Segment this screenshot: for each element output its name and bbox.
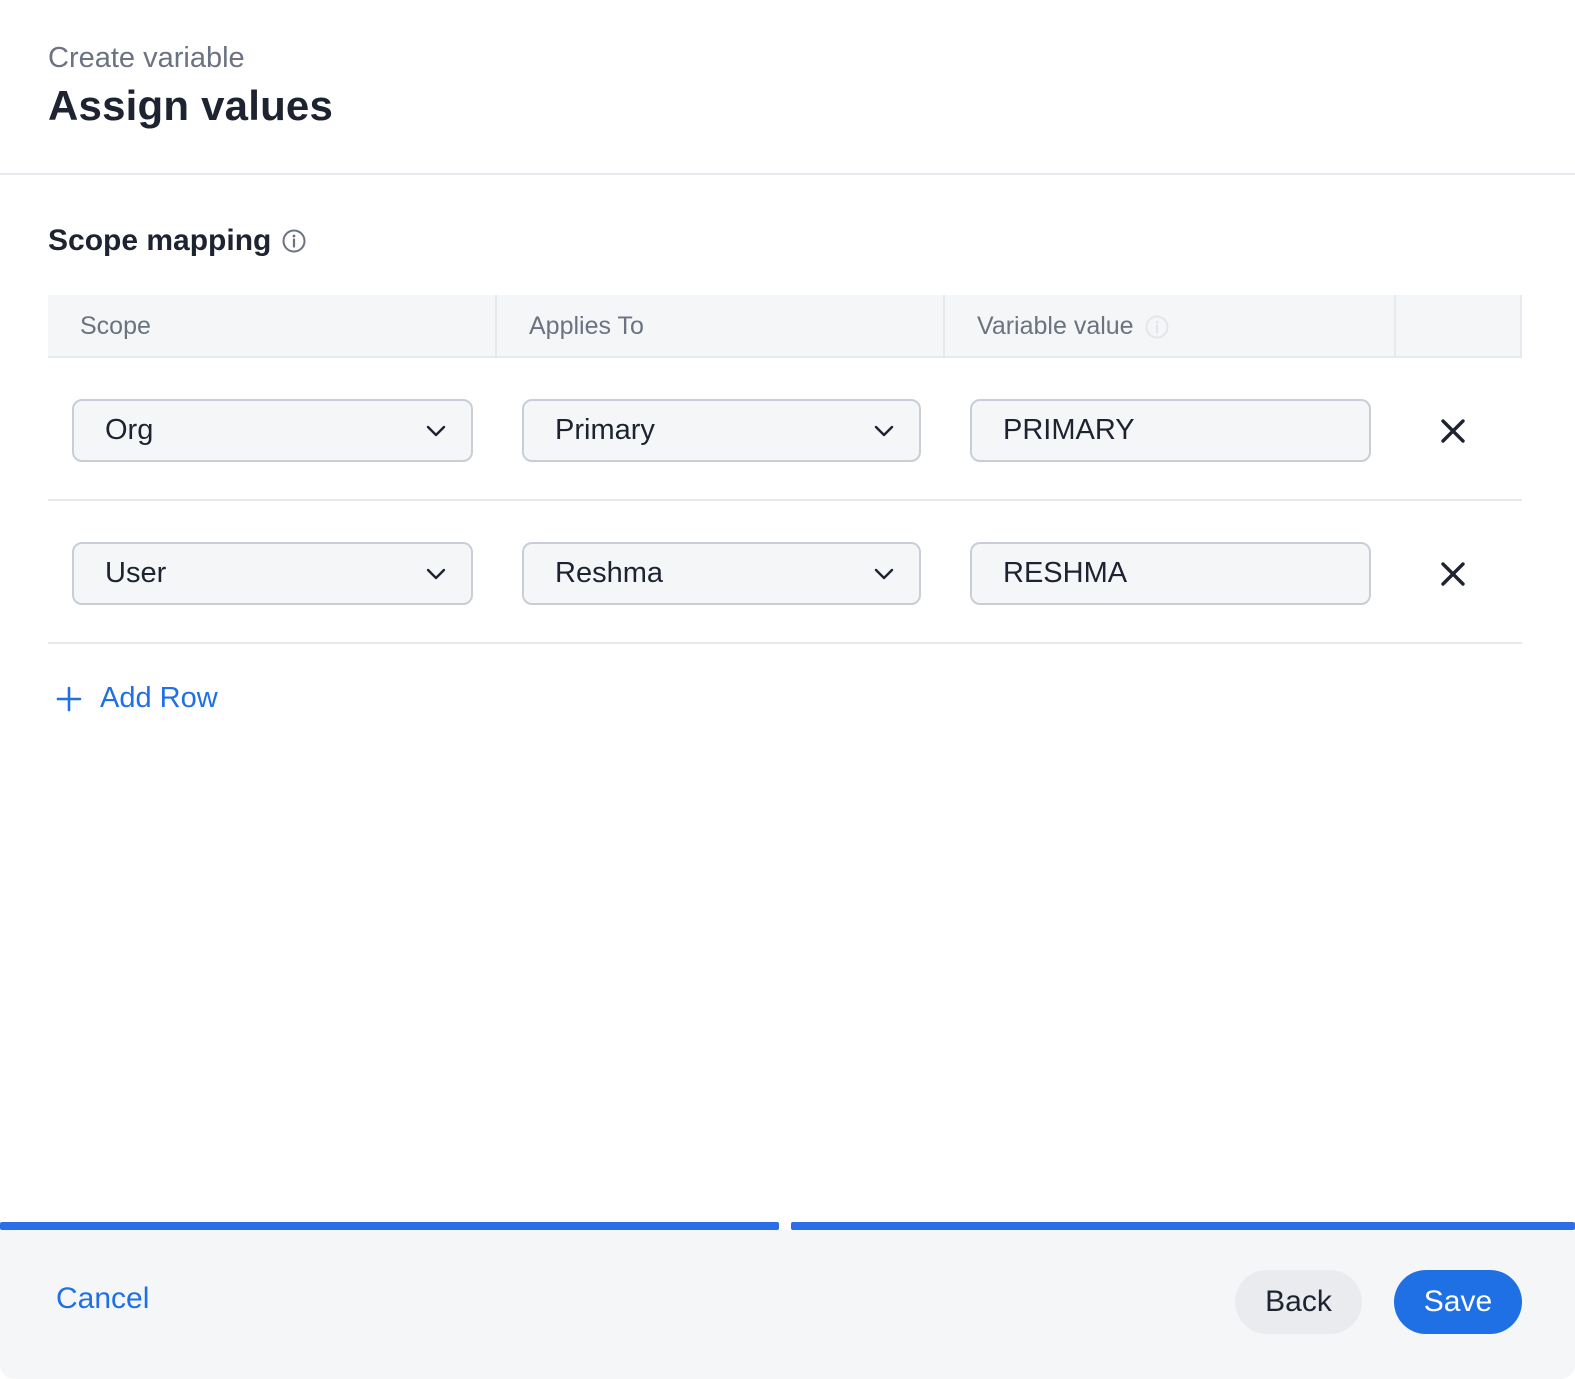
close-icon (1440, 418, 1466, 444)
column-header-label: Variable value (977, 312, 1134, 340)
step-progress-bar (0, 1222, 1575, 1230)
save-button[interactable]: Save (1394, 1270, 1522, 1334)
applies-to-select[interactable]: Reshma (522, 542, 921, 605)
section-title-label: Scope mapping (48, 224, 272, 257)
section-title: Scope mapping (48, 224, 307, 258)
variable-value-text: RESHMA (1003, 557, 1128, 589)
remove-row-button[interactable] (1438, 416, 1468, 446)
table-row: User Reshma RESHMA (48, 501, 1522, 644)
cancel-button[interactable]: Cancel (56, 1282, 149, 1316)
add-row-button[interactable]: Add Row (56, 682, 218, 715)
variable-value-input[interactable]: PRIMARY (970, 399, 1371, 462)
back-button[interactable]: Back (1235, 1270, 1362, 1334)
column-header-scope: Scope (48, 295, 497, 358)
column-header-label: Scope (80, 312, 151, 340)
chevron-down-icon (425, 424, 447, 438)
scope-select[interactable]: User (72, 542, 473, 605)
applies-to-select-value: Primary (555, 414, 655, 446)
scope-select[interactable]: Org (72, 399, 473, 462)
dialog-subtitle: Create variable (48, 42, 245, 74)
info-icon[interactable] (1144, 314, 1170, 340)
scope-select-value: Org (105, 414, 154, 446)
table-row: Org Primary PRIMARY (48, 358, 1522, 501)
progress-step-2 (791, 1222, 1575, 1230)
applies-to-select[interactable]: Primary (522, 399, 921, 462)
scope-select-value: User (105, 557, 167, 589)
column-header-actions (1396, 295, 1522, 358)
scope-mapping-table: Scope Applies To Variable value Org Prim… (48, 295, 1522, 644)
page-title: Assign values (48, 82, 334, 129)
chevron-down-icon (873, 567, 895, 581)
dialog-header: Create variable Assign values (0, 0, 1575, 175)
create-variable-dialog: Create variable Assign values Scope mapp… (0, 0, 1575, 1379)
info-icon[interactable] (281, 228, 307, 254)
chevron-down-icon (873, 424, 895, 438)
plus-icon (56, 686, 82, 712)
progress-step-1 (0, 1222, 779, 1230)
column-header-applies-to: Applies To (497, 295, 945, 358)
chevron-down-icon (425, 567, 447, 581)
remove-row-button[interactable] (1438, 559, 1468, 589)
variable-value-text: PRIMARY (1003, 414, 1135, 446)
column-header-variable-value: Variable value (945, 295, 1396, 358)
dialog-footer: Cancel Back Save (0, 1230, 1575, 1379)
add-row-label: Add Row (100, 682, 218, 714)
applies-to-select-value: Reshma (555, 557, 663, 589)
close-icon (1440, 561, 1466, 587)
column-header-label: Applies To (529, 312, 644, 340)
table-header: Scope Applies To Variable value (48, 295, 1522, 358)
variable-value-input[interactable]: RESHMA (970, 542, 1371, 605)
